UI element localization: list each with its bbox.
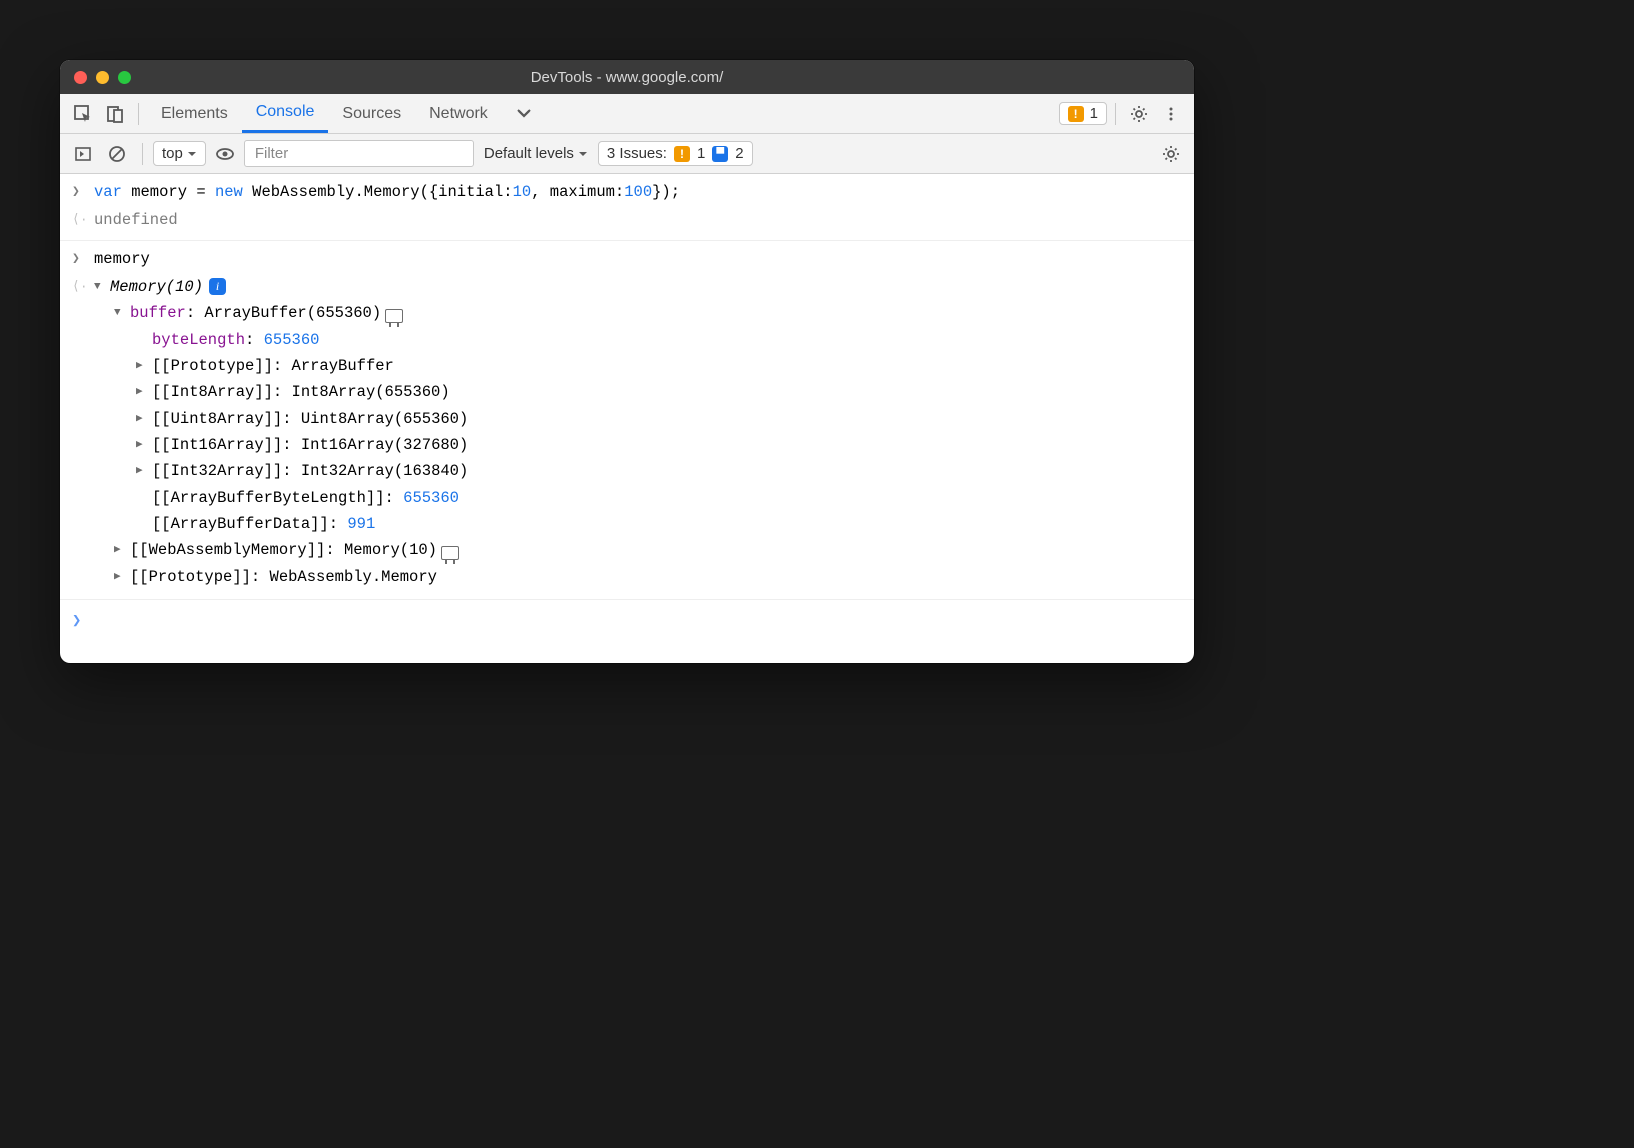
console-input-row: ❯ var memory = new WebAssembly.Memory({i…: [60, 178, 1194, 206]
divider: [142, 143, 143, 165]
inspect-element-icon[interactable]: [68, 99, 98, 129]
tree-row-prototype[interactable]: ▶[[Prototype]]: WebAssembly.Memory: [94, 564, 1182, 590]
expand-arrow-icon[interactable]: ▼: [114, 304, 128, 323]
expand-arrow-icon[interactable]: ▶: [136, 462, 150, 481]
prompt-caret-icon: ❯: [72, 608, 81, 634]
tree-row[interactable]: ▶[[Int32Array]]: Int32Array(163840): [94, 458, 1182, 484]
kebab-menu-icon[interactable]: [1156, 99, 1186, 129]
alerts-badge[interactable]: ! 1: [1059, 102, 1107, 125]
divider: [1115, 103, 1116, 125]
console-output: undefined: [94, 207, 1182, 233]
expand-arrow-icon[interactable]: ▶: [114, 568, 128, 587]
issues-badge[interactable]: 3 Issues: ! 1 ▀ 2: [598, 141, 753, 166]
tab-elements[interactable]: Elements: [147, 94, 242, 133]
chevron-down-icon: [187, 149, 197, 159]
minimize-window-button[interactable]: [96, 71, 109, 84]
context-selector[interactable]: top: [153, 141, 206, 166]
tree-row[interactable]: ▶[[Prototype]]: ArrayBuffer: [94, 353, 1182, 379]
device-toggle-icon[interactable]: [100, 99, 130, 129]
tree-row-buffer[interactable]: ▼buffer: ArrayBuffer(655360): [94, 300, 1182, 326]
info-badge-icon[interactable]: i: [209, 278, 226, 295]
tree-row-wasm-memory[interactable]: ▶[[WebAssemblyMemory]]: Memory(10): [94, 537, 1182, 563]
warning-icon: !: [674, 146, 690, 162]
filter-input[interactable]: [244, 140, 474, 167]
tree-row-bytelength[interactable]: byteLength: 655360: [94, 327, 1182, 353]
object-tree[interactable]: ▼Memory(10) i ▼buffer: ArrayBuffer(65536…: [94, 274, 1182, 590]
tabs: Elements Console Sources Network: [147, 94, 546, 133]
window-title: DevTools - www.google.com/: [60, 69, 1194, 86]
input-marker-icon: ❯: [72, 179, 94, 203]
issues-warn-count: 1: [697, 145, 705, 162]
divider: [138, 103, 139, 125]
console-code[interactable]: memory: [94, 246, 1182, 272]
log-levels-selector[interactable]: Default levels: [478, 145, 594, 162]
console-output-row: ⟨· undefined: [60, 206, 1194, 240]
expand-arrow-icon[interactable]: ▶: [136, 436, 150, 455]
devtools-window: DevTools - www.google.com/ Elements Cons…: [60, 60, 1194, 663]
alert-count: 1: [1090, 105, 1098, 122]
sidebar-toggle-icon[interactable]: [68, 139, 98, 169]
close-window-button[interactable]: [74, 71, 87, 84]
tab-network[interactable]: Network: [415, 94, 502, 133]
console-input-row: ❯ memory: [60, 245, 1194, 273]
tab-sources[interactable]: Sources: [328, 94, 415, 133]
info-icon: ▀: [712, 146, 728, 162]
console-body: ❯ var memory = new WebAssembly.Memory({i…: [60, 174, 1194, 663]
expand-arrow-icon[interactable]: ▼: [94, 278, 108, 297]
tab-more-icon[interactable]: [502, 94, 546, 133]
expand-arrow-icon[interactable]: ▶: [114, 541, 128, 560]
memory-inspector-icon[interactable]: [441, 546, 459, 560]
issues-label: 3 Issues:: [607, 145, 667, 162]
warning-icon: !: [1068, 106, 1084, 122]
expand-arrow-icon[interactable]: ▶: [136, 357, 150, 376]
clear-console-icon[interactable]: [102, 139, 132, 169]
console-prompt[interactable]: ❯: [60, 599, 1194, 642]
issues-info-count: 2: [735, 145, 743, 162]
context-value: top: [162, 145, 183, 162]
chevron-down-icon: [578, 149, 588, 159]
console-settings-icon[interactable]: [1156, 139, 1186, 169]
tree-row[interactable]: ▶[[Int8Array]]: Int8Array(655360): [94, 379, 1182, 405]
expand-arrow-icon: [136, 489, 150, 508]
console-code[interactable]: var memory = new WebAssembly.Memory({ini…: [94, 179, 1182, 205]
expand-arrow-icon[interactable]: ▶: [136, 383, 150, 402]
main-tabbar: Elements Console Sources Network ! 1: [60, 94, 1194, 134]
expand-arrow-icon: [136, 515, 150, 534]
live-expression-icon[interactable]: [210, 139, 240, 169]
input-marker-icon: ❯: [72, 246, 94, 270]
tree-row[interactable]: [[ArrayBufferData]]: 991: [94, 511, 1182, 537]
tree-header[interactable]: ▼Memory(10) i: [94, 274, 1182, 300]
tree-row[interactable]: ▶[[Int16Array]]: Int16Array(327680): [94, 432, 1182, 458]
console-output-row: ⟨· ▼Memory(10) i ▼buffer: ArrayBuffer(65…: [60, 273, 1194, 591]
output-marker-icon: ⟨·: [72, 207, 94, 231]
maximize-window-button[interactable]: [118, 71, 131, 84]
tree-row[interactable]: ▶[[Uint8Array]]: Uint8Array(655360): [94, 406, 1182, 432]
tab-console[interactable]: Console: [242, 94, 329, 133]
output-marker-icon: ⟨·: [72, 274, 94, 298]
settings-icon[interactable]: [1124, 99, 1154, 129]
titlebar: DevTools - www.google.com/: [60, 60, 1194, 94]
levels-label: Default levels: [484, 145, 574, 162]
traffic-lights: [74, 71, 131, 84]
console-toolbar: top Default levels 3 Issues: ! 1 ▀ 2: [60, 134, 1194, 174]
expand-arrow-icon[interactable]: ▶: [136, 410, 150, 429]
memory-inspector-icon[interactable]: [385, 309, 403, 323]
tree-row[interactable]: [[ArrayBufferByteLength]]: 655360: [94, 485, 1182, 511]
